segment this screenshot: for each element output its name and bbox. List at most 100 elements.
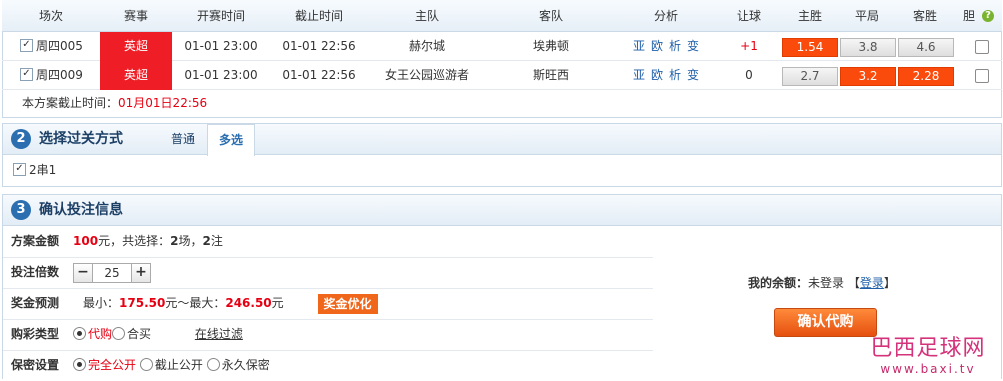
- amount-label: 方案金额: [11, 234, 60, 248]
- radio-icon[interactable]: [112, 327, 126, 340]
- plus-icon[interactable]: +: [131, 262, 151, 283]
- type-daigou[interactable]: 代购: [88, 327, 112, 341]
- odds-draw[interactable]: 3.2: [840, 67, 896, 86]
- table-header: 场次 赛事 开赛时间 截止时间 主队 客队 分析 让球 主胜 平局 客胜 胆 ?: [2, 0, 1002, 32]
- prize-label: 奖金预测: [11, 296, 60, 310]
- odds-lose[interactable]: 2.28: [898, 67, 954, 86]
- checkbox-icon[interactable]: ✓: [20, 39, 33, 52]
- match-no-cell[interactable]: ✓ 周四005: [20, 32, 100, 61]
- change-link[interactable]: 变: [687, 39, 699, 53]
- league-badge: 英超: [100, 61, 172, 90]
- login-link[interactable]: 登录: [860, 276, 884, 290]
- odds-win[interactable]: 2.7: [782, 67, 838, 86]
- checkbox-icon[interactable]: ✓: [20, 68, 33, 81]
- start-time: 01-01 23:00: [184, 68, 258, 82]
- secret-public[interactable]: 完全公开: [88, 358, 136, 372]
- secret-after-deadline[interactable]: 截止公开: [155, 358, 203, 372]
- prize-value: 最小：175.50元～最大：246.50元 奖金优化: [83, 288, 378, 319]
- watermark-url: www.baxi.tv: [880, 362, 976, 376]
- home-team: 赫尔城: [408, 39, 445, 53]
- secret-row: 保密设置 完全公开 截止公开 永久保密: [3, 350, 653, 381]
- header-draw: 平局: [854, 9, 879, 23]
- match-no-cell[interactable]: ✓ 周四009: [20, 61, 100, 90]
- header-league: 赛事: [123, 9, 148, 23]
- pass-option-label: 2串1: [29, 163, 57, 177]
- asian-link[interactable]: 亚: [633, 39, 645, 53]
- league-badge: 英超: [100, 32, 172, 61]
- change-link[interactable]: 变: [687, 68, 699, 82]
- header-deadline: 截止时间: [294, 9, 343, 23]
- buy-type-label: 购彩类型: [11, 327, 60, 341]
- prize-optimize-button[interactable]: 奖金优化: [317, 293, 378, 314]
- help-icon[interactable]: ?: [982, 10, 994, 22]
- header-away: 客队: [538, 9, 563, 23]
- deadline-summary: 本方案截止时间：01月01日22:56: [22, 90, 207, 116]
- header-banker: 胆: [962, 9, 975, 23]
- table-row: ✓ 周四009 英超 01-01 23:00 01-01 22:56 女王公园巡游…: [2, 61, 1002, 90]
- euro-link[interactable]: 欧: [651, 39, 663, 53]
- balance-info: 我的余额：未登录 【登录】: [748, 276, 896, 290]
- header-match-no: 场次: [38, 9, 63, 23]
- analysis-link[interactable]: 析: [669, 68, 681, 82]
- away-team: 斯旺西: [532, 68, 569, 82]
- deadline-value: 01月01日22:56: [118, 96, 208, 110]
- handicap: +1: [740, 39, 758, 53]
- banker-checkbox[interactable]: [975, 40, 989, 54]
- multiple-stepper: −25 +: [73, 257, 151, 288]
- step-number: 3: [11, 200, 31, 220]
- analysis-links: 亚欧析变: [616, 32, 716, 61]
- banker-checkbox[interactable]: [975, 69, 989, 83]
- analysis-link[interactable]: 析: [669, 39, 681, 53]
- checkbox-icon[interactable]: ✓: [13, 163, 26, 176]
- start-time: 01-01 23:00: [184, 39, 258, 53]
- header-win: 主胜: [797, 9, 822, 23]
- radio-icon[interactable]: [73, 358, 86, 371]
- radio-icon[interactable]: [206, 358, 220, 371]
- secret-label: 保密设置: [11, 358, 60, 372]
- pass-method-section: 2 选择过关方式 普通 多选 ✓ 2串1: [2, 123, 1002, 187]
- pass-option[interactable]: ✓ 2串1: [13, 162, 56, 178]
- euro-link[interactable]: 欧: [651, 68, 663, 82]
- odds-win[interactable]: 1.54: [782, 38, 838, 57]
- balance-status: 未登录: [808, 276, 845, 290]
- confirm-buy-button[interactable]: 确认代购: [774, 308, 877, 337]
- step-number: 2: [11, 129, 31, 149]
- secret-forever[interactable]: 永久保密: [222, 358, 270, 372]
- amount-row: 方案金额 100元，共选择：2场，2注: [3, 226, 653, 258]
- buy-type-row: 购彩类型 代购 合买 在线过滤: [3, 319, 653, 351]
- deadline-label: 本方案截止时间：: [22, 96, 119, 110]
- section-header: 3 确认投注信息: [3, 195, 1001, 226]
- multiple-input[interactable]: 25: [93, 262, 131, 283]
- odds-draw[interactable]: 3.8: [840, 38, 896, 57]
- type-hemai[interactable]: 合买: [127, 327, 151, 341]
- match-no: 周四009: [36, 68, 83, 82]
- header-handicap: 让球: [736, 9, 761, 23]
- deadline-time: 01-01 22:56: [282, 68, 356, 82]
- header-home: 主队: [414, 9, 439, 23]
- watermark-title: 巴西足球网: [870, 336, 986, 361]
- section-title: 选择过关方式: [39, 131, 123, 147]
- section-title: 确认投注信息: [39, 202, 123, 218]
- watermark-logo: 巴西足球网 www.baxi.tv: [858, 336, 998, 376]
- minus-icon[interactable]: −: [73, 262, 93, 283]
- amount-value: 100元，共选择：2场，2注: [73, 234, 223, 248]
- online-filter-link[interactable]: 在线过滤: [195, 327, 243, 341]
- radio-icon[interactable]: [139, 358, 153, 371]
- table-row: ✓ 周四005 英超 01-01 23:00 01-01 22:56 赫尔城 埃弗…: [2, 32, 1002, 61]
- section-header: 2 选择过关方式 普通 多选: [3, 124, 1001, 156]
- radio-icon[interactable]: [73, 327, 86, 340]
- asian-link[interactable]: 亚: [633, 68, 645, 82]
- header-lose: 客胜: [912, 9, 937, 23]
- tab-multi[interactable]: 多选: [207, 124, 255, 156]
- balance-label: 我的余额：: [748, 276, 809, 290]
- header-start: 开赛时间: [196, 9, 245, 23]
- analysis-links: 亚欧析变: [616, 61, 716, 90]
- tab-normal[interactable]: 普通: [161, 124, 205, 154]
- secret-options: 完全公开 截止公开 永久保密: [73, 350, 270, 381]
- handicap: 0: [745, 68, 753, 82]
- prize-row: 奖金预测 最小：175.50元～最大：246.50元 奖金优化: [3, 288, 653, 320]
- multiple-row: 投注倍数 −25 +: [3, 257, 653, 289]
- buy-type-options: 代购 合买 在线过滤: [73, 319, 243, 350]
- odds-lose[interactable]: 4.6: [898, 38, 954, 57]
- deadline-time: 01-01 22:56: [282, 39, 356, 53]
